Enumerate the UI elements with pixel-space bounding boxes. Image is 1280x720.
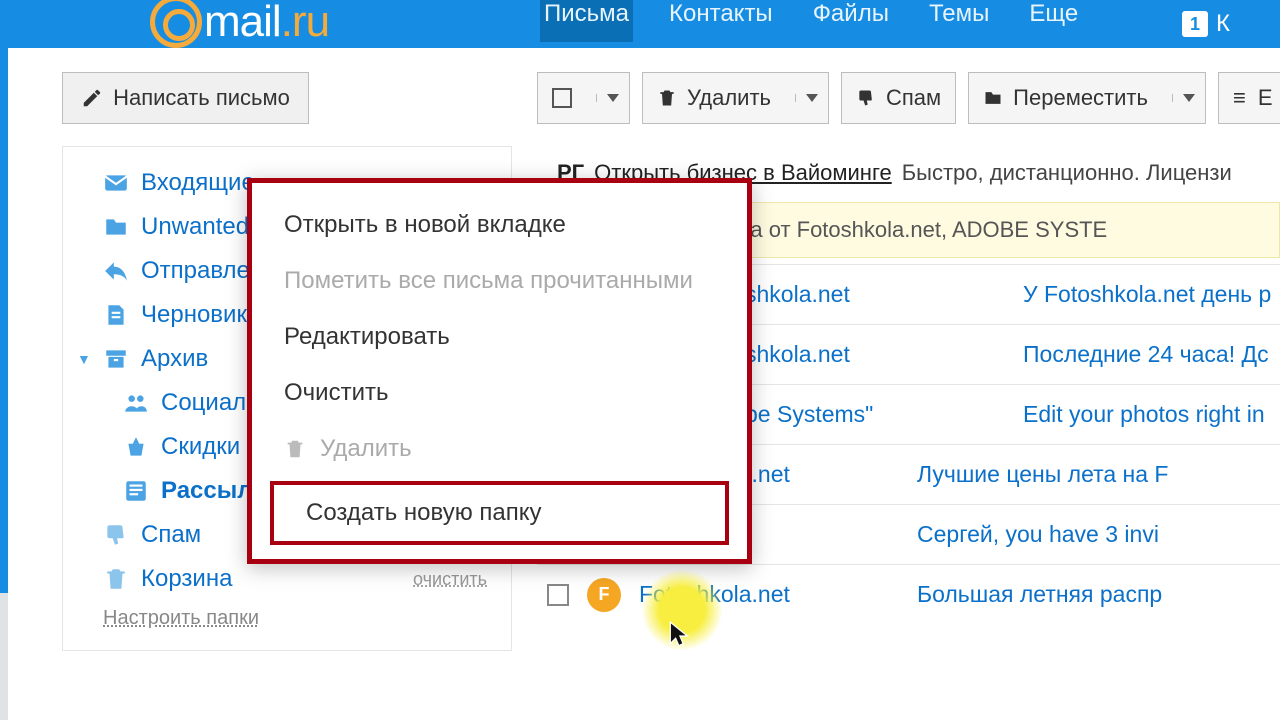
delete-dropdown[interactable] [795,94,828,102]
folder-label: Социаль [161,389,259,417]
move-label: Переместить [1013,85,1148,111]
folder-label: Черновики [141,301,260,329]
more-label: Е [1258,85,1273,111]
folder-label: Корзина [141,565,232,593]
context-item-label: Создать новую папку [306,499,541,527]
folder-icon [103,214,129,240]
subject[interactable]: Edit your photos right in [1023,401,1280,428]
context-item-label: Очистить [284,379,388,407]
cleanup-link[interactable]: очистить [413,569,487,590]
cursor-icon [668,620,694,655]
move-dropdown[interactable] [1172,94,1205,102]
context-menu: Открыть в новой вкладке Пометить все пись… [247,178,752,564]
trash-icon [284,438,306,460]
chevron-down-icon [1183,94,1195,102]
subject[interactable]: Большая летняя распр [917,581,1280,608]
logo[interactable]: mail.ru [150,0,329,48]
subject[interactable]: Лучшие цены лета на F [917,461,1280,488]
nav-more[interactable]: Еще [1025,0,1082,42]
spam-button[interactable]: Спам [841,72,956,124]
context-item-label: Редактировать [284,323,450,351]
message-row[interactable]: F Fotoshkola.net Большая летняя распр [537,564,1280,624]
top-nav: Письма Контакты Файлы Темы Еще [540,0,1082,42]
sender[interactable]: be Systems" [745,401,1005,428]
nav-letters[interactable]: Письма [540,0,633,42]
toolbar: Удалить Спам Переместить ≡ Е [537,72,1280,124]
configure-folders-link[interactable]: Настроить папки [63,607,511,630]
subject[interactable]: Сергей, you have 3 invi [917,521,1280,548]
move-button[interactable]: Переместить [968,72,1206,124]
sender[interactable]: shkola.net [745,281,1005,308]
nav-contacts[interactable]: Контакты [665,0,777,42]
context-item-label: Пометить все письма прочитанными [284,267,693,295]
people-icon [123,390,149,416]
context-item-label: Открыть в новой вкладке [284,211,566,239]
compose-button[interactable]: Написать письмо [62,72,309,124]
badge-number: 1 [1182,11,1208,37]
context-item[interactable]: Открыть в новой вкладке [252,197,747,253]
sender[interactable]: Fotoshkola.net [639,581,899,608]
subject[interactable]: Последние 24 часа! Дс [1023,341,1280,368]
more-button[interactable]: ≡ Е [1218,72,1280,124]
nav-files[interactable]: Файлы [809,0,893,42]
nav-themes[interactable]: Темы [925,0,993,42]
header: mail.ru Письма Контакты Файлы Темы Еще 1… [0,0,1280,48]
context-item[interactable]: Очистить [252,365,747,421]
trash-icon [103,566,129,592]
context-item: Пометить все письма прочитанными [252,253,747,309]
badge-text: К [1216,10,1230,38]
edit-icon [81,87,103,109]
feed-icon [123,478,149,504]
thumbdown-icon [103,522,129,548]
row-checkbox[interactable] [547,584,569,606]
context-item: Удалить [252,421,747,477]
at-icon [150,0,202,48]
envelope-icon [103,170,129,196]
context-item[interactable]: Создать новую папку [270,481,729,545]
avatar: F [587,578,621,612]
context-item-label: Удалить [320,435,412,463]
ad-text: Быстро, дистанционно. Лицензи [902,160,1232,186]
chevron-down-icon [607,94,619,102]
compose-label: Написать письмо [113,85,290,111]
folder-label: Спам [141,521,201,549]
folder-label: Входящие [141,169,255,197]
left-blue-slice [0,48,8,593]
expand-icon[interactable]: ▼ [77,351,91,367]
logo-text: mail.ru [204,0,329,47]
thumbdown-icon [856,88,876,108]
spam-label: Спам [886,85,941,111]
trash-icon [657,88,677,108]
subject[interactable]: У Fotoshkola.net день р [1023,281,1280,308]
header-badge[interactable]: 1 К [1182,10,1230,38]
sender[interactable]: shkola.net [745,341,1005,368]
select-all-button[interactable] [537,72,630,124]
context-item[interactable]: Редактировать [252,309,747,365]
delete-label: Удалить [687,85,771,111]
reply-icon [103,258,129,284]
folder-label: Отправле [141,257,250,285]
folder-icon [983,88,1003,108]
chevron-down-icon [806,94,818,102]
select-dropdown[interactable] [596,94,629,102]
checkbox-icon [552,88,572,108]
archive-icon [103,346,129,372]
basket-icon [123,434,149,460]
folder-label: Архив [141,345,208,373]
delete-button[interactable]: Удалить [642,72,829,124]
page-icon [103,302,129,328]
left-grey-slice [0,593,8,720]
folder-label: Скидки [161,433,240,461]
folder-label: Unwanted [141,213,249,241]
